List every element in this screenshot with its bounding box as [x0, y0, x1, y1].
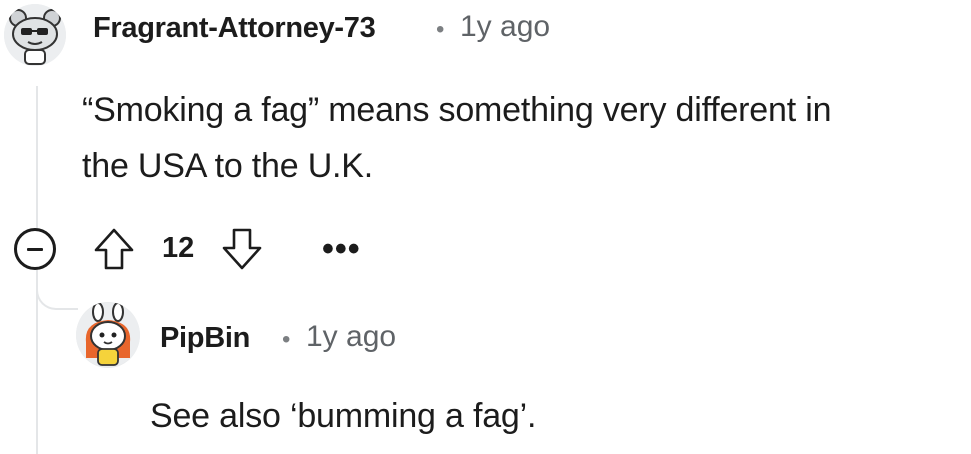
collapse-thread-button[interactable] — [14, 228, 56, 270]
more-options-button[interactable]: ••• — [322, 230, 361, 269]
reply-thread-connector — [36, 268, 78, 310]
upvote-button[interactable] — [92, 226, 136, 272]
snoo-avatar-icon — [4, 4, 66, 66]
comment-avatar[interactable] — [4, 4, 66, 66]
snoo-avatar-icon — [76, 302, 140, 367]
reply-avatar[interactable] — [76, 302, 140, 368]
meta-separator: • — [436, 16, 445, 43]
upvote-arrow-icon — [94, 228, 134, 270]
downvote-button[interactable] — [220, 226, 264, 272]
reply-body: See also ‘bumming a fag’. — [150, 397, 537, 435]
comment-body-line-2: the USA to the U.K. — [82, 147, 374, 185]
comment-author[interactable]: Fragrant-Attorney-73 — [93, 12, 376, 45]
vote-score: 12 — [162, 232, 195, 264]
comment-timestamp: 1y ago — [460, 10, 551, 43]
downvote-arrow-icon — [222, 228, 262, 270]
meta-separator: • — [282, 326, 291, 353]
reply-author[interactable]: PipBin — [160, 322, 250, 355]
comment-body-line-1: “Smoking a fag” means something very dif… — [82, 91, 832, 129]
reply-timestamp: 1y ago — [306, 320, 397, 353]
